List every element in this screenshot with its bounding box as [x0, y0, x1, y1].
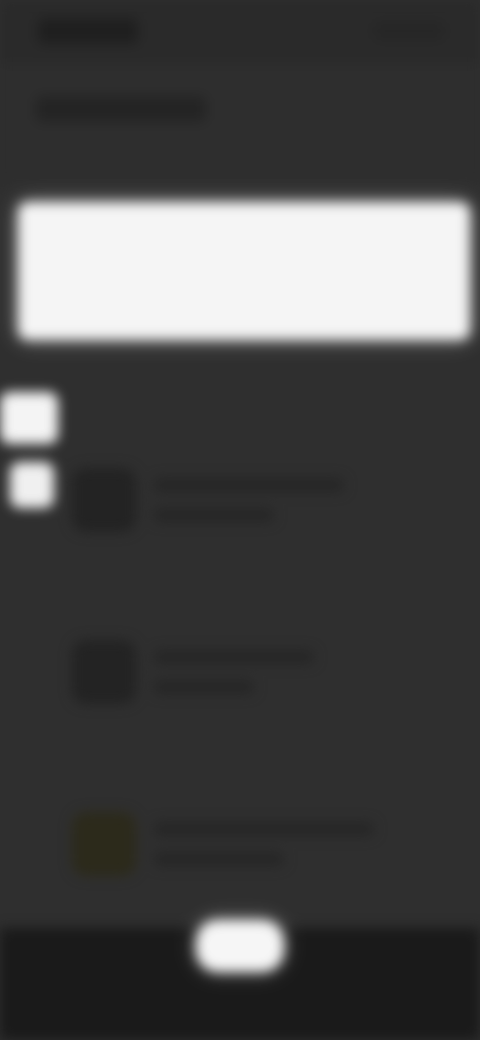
- list-item-title: [154, 478, 344, 492]
- list-item-subtitle: [154, 508, 274, 522]
- status-time: [38, 18, 138, 44]
- thumbnail: [72, 812, 136, 876]
- status-bar: [0, 0, 480, 64]
- thumbnail: [72, 468, 136, 532]
- list-item[interactable]: [64, 622, 444, 742]
- thumbnail: [72, 640, 136, 704]
- home-button[interactable]: [196, 920, 284, 972]
- header: [0, 64, 480, 184]
- content-list: [0, 370, 480, 930]
- page-title: [36, 96, 206, 122]
- list-item-title: [154, 822, 374, 836]
- list-item-title: [154, 650, 314, 664]
- list-item[interactable]: [64, 794, 444, 914]
- app-screen: [0, 0, 480, 1040]
- list-item[interactable]: [64, 450, 444, 570]
- status-icons: [374, 22, 444, 40]
- list-item-subtitle: [154, 852, 284, 866]
- list-item-subtitle: [154, 680, 254, 694]
- blurred-content: [0, 0, 480, 1040]
- hero-card[interactable]: [18, 202, 470, 340]
